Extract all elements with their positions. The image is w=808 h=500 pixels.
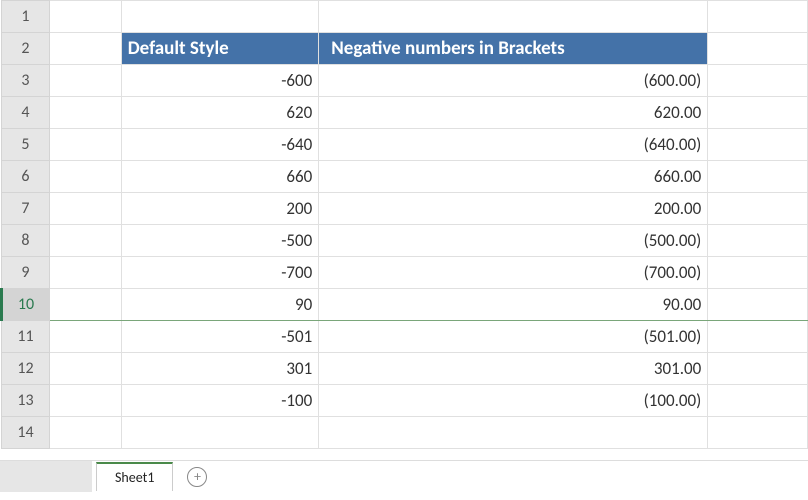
cell[interactable] (49, 193, 121, 225)
cell[interactable]: 301.00 (319, 353, 708, 385)
cell[interactable] (708, 321, 808, 353)
cell[interactable] (708, 193, 808, 225)
cell[interactable]: -500 (121, 225, 319, 257)
row-header[interactable]: 13 (2, 385, 50, 417)
cell[interactable] (708, 353, 808, 385)
row-header[interactable]: 6 (2, 161, 50, 193)
row-header[interactable]: 9 (2, 257, 50, 289)
cell[interactable] (49, 289, 121, 321)
row-header[interactable]: 5 (2, 129, 50, 161)
cell[interactable] (708, 257, 808, 289)
cell[interactable] (49, 161, 121, 193)
cell[interactable] (319, 1, 708, 33)
cell[interactable] (708, 161, 808, 193)
cell[interactable]: Negative numbers in Brackets (319, 33, 708, 65)
cell[interactable]: (100.00) (319, 385, 708, 417)
cell[interactable] (49, 321, 121, 353)
cell[interactable] (708, 65, 808, 97)
cell[interactable] (49, 129, 121, 161)
add-sheet-button[interactable]: + (187, 467, 207, 487)
cell[interactable] (319, 417, 708, 449)
cell[interactable] (49, 257, 121, 289)
cell[interactable]: -600 (121, 65, 319, 97)
cell[interactable]: 90.00 (319, 289, 708, 321)
cell[interactable]: 301 (121, 353, 319, 385)
cell[interactable] (708, 417, 808, 449)
cell[interactable] (49, 97, 121, 129)
cell[interactable]: -501 (121, 321, 319, 353)
cell[interactable]: (501.00) (319, 321, 708, 353)
cell[interactable] (49, 33, 121, 65)
row-header[interactable]: 4 (2, 97, 50, 129)
cell[interactable]: (700.00) (319, 257, 708, 289)
cell[interactable] (708, 33, 808, 65)
cell[interactable]: 200 (121, 193, 319, 225)
cell[interactable] (49, 65, 121, 97)
spreadsheet-grid[interactable]: 12 Default StyleNegative numbers in Brack… (0, 0, 808, 449)
row-header[interactable]: 1 (2, 1, 50, 33)
cell[interactable]: -700 (121, 257, 319, 289)
cell[interactable]: 90 (121, 289, 319, 321)
cell[interactable]: 660 (121, 161, 319, 193)
cell[interactable]: 620 (121, 97, 319, 129)
cell[interactable] (708, 97, 808, 129)
cell[interactable] (49, 1, 121, 33)
cell[interactable] (49, 353, 121, 385)
cell[interactable] (49, 385, 121, 417)
cell[interactable] (49, 225, 121, 257)
cell[interactable] (708, 225, 808, 257)
cell[interactable] (708, 289, 808, 321)
cell[interactable]: 620.00 (319, 97, 708, 129)
cell[interactable] (708, 1, 808, 33)
cell[interactable]: -100 (121, 385, 319, 417)
cell[interactable] (121, 1, 319, 33)
cell[interactable] (121, 417, 319, 449)
sheet-tab-sheet1[interactable]: Sheet1 (96, 462, 173, 491)
cell[interactable] (49, 417, 121, 449)
row-header[interactable]: 14 (2, 417, 50, 449)
cell[interactable]: 200.00 (319, 193, 708, 225)
row-header[interactable]: 2 (2, 33, 50, 65)
row-header[interactable]: 8 (2, 225, 50, 257)
cell[interactable]: 660.00 (319, 161, 708, 193)
cell[interactable] (708, 385, 808, 417)
cell[interactable]: Default Style (121, 33, 319, 65)
sheet-tab-bar: Sheet1 + (0, 460, 808, 492)
cell[interactable]: (640.00) (319, 129, 708, 161)
row-header[interactable]: 7 (2, 193, 50, 225)
cell[interactable]: -640 (121, 129, 319, 161)
row-header[interactable]: 10 (2, 289, 50, 321)
row-header[interactable]: 12 (2, 353, 50, 385)
cell[interactable]: (600.00) (319, 65, 708, 97)
cell[interactable] (708, 129, 808, 161)
row-header[interactable]: 3 (2, 65, 50, 97)
cell[interactable]: (500.00) (319, 225, 708, 257)
row-header[interactable]: 11 (2, 321, 50, 353)
